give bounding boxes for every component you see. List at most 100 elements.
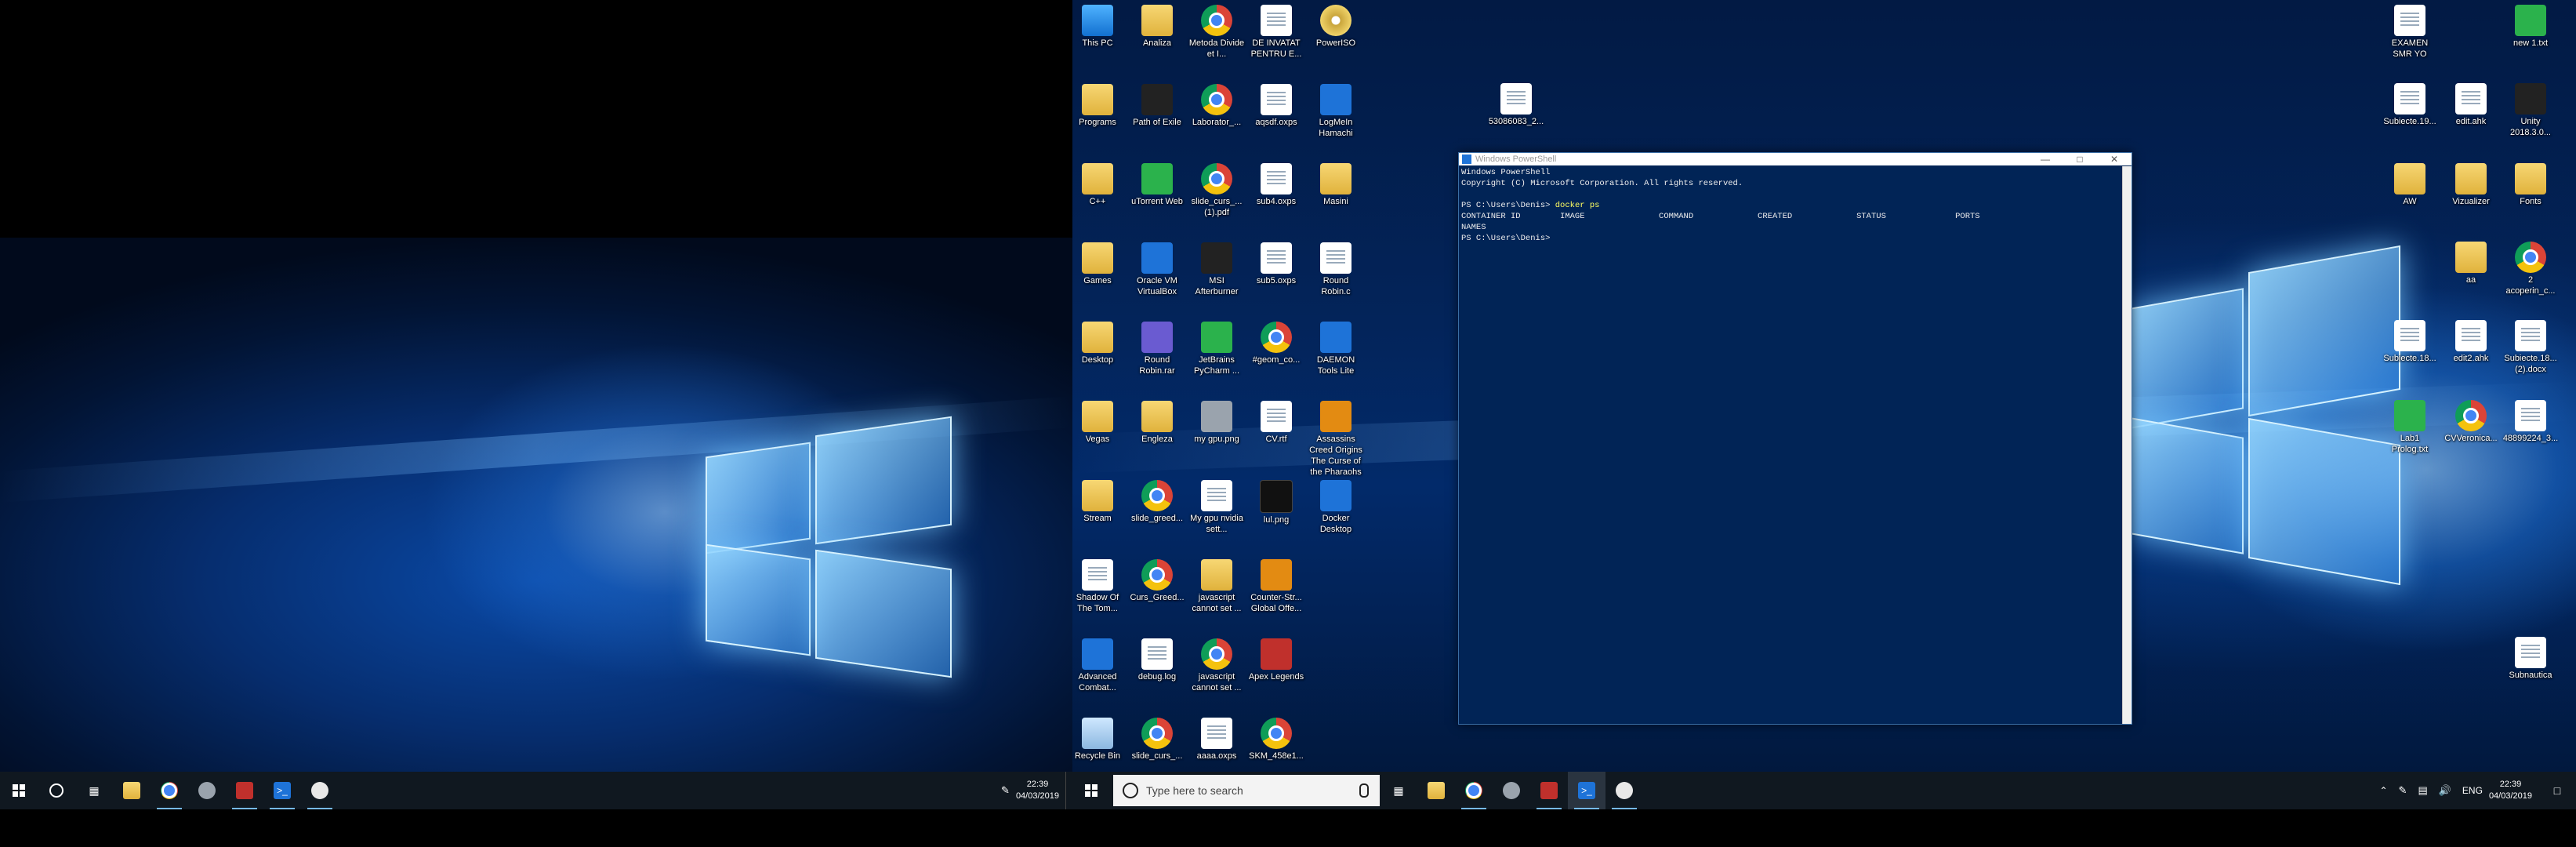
desktop-icon[interactable]: Laborator_...: [1188, 81, 1245, 128]
taskbar-chrome[interactable]: [151, 772, 188, 809]
desktop-icon[interactable]: sub4.oxps: [1248, 160, 1304, 207]
powershell-window[interactable]: Windows PowerShell — □ ✕ Windows PowerSh…: [1458, 152, 2132, 725]
desktop-icon[interactable]: Subiecte.19...: [2382, 80, 2438, 127]
desktop-icon[interactable]: Stream: [1069, 477, 1126, 524]
close-button[interactable]: ✕: [2097, 154, 2132, 165]
desktop-icon[interactable]: Apex Legends: [1248, 635, 1304, 682]
desktop-icon[interactable]: 48899224_3...: [2502, 397, 2559, 444]
desktop-icon[interactable]: slide_greed...: [1129, 477, 1185, 524]
desktop-icon[interactable]: Fonts: [2502, 160, 2559, 207]
desktop-icon[interactable]: Metoda Divide et I...: [1188, 2, 1245, 60]
powershell-titlebar[interactable]: Windows PowerShell — □ ✕: [1459, 153, 2132, 165]
chevron-up-icon[interactable]: ⌃: [2379, 785, 2387, 796]
desktop-icon[interactable]: Shadow Of The Tom...: [1069, 556, 1126, 614]
desktop-icon[interactable]: Unity 2018.3.0...: [2502, 80, 2559, 138]
desktop-icon[interactable]: sub5.oxps: [1248, 239, 1304, 286]
desktop-icon[interactable]: 2 acoperin_c...: [2502, 238, 2559, 296]
desktop-icon[interactable]: Assassins Creed Origins The Curse of the…: [1308, 398, 1364, 478]
desktop-icon[interactable]: 53086083_2...: [1488, 80, 1544, 127]
desktop-icon[interactable]: Docker Desktop: [1308, 477, 1364, 535]
vertical-scrollbar[interactable]: [2122, 166, 2132, 724]
desktop-icon[interactable]: MSI Afterburner: [1188, 239, 1245, 297]
desktop-icon[interactable]: My gpu nvidia sett...: [1188, 477, 1245, 535]
task-view-button[interactable]: ▦: [1380, 772, 1417, 809]
desktop-icon[interactable]: lul.png: [1248, 477, 1304, 525]
minimize-button[interactable]: —: [2028, 154, 2063, 165]
taskbar-docker[interactable]: [301, 772, 339, 809]
desktop-icon[interactable]: Advanced Combat...: [1069, 635, 1126, 693]
taskbar-powershell[interactable]: >_: [263, 772, 301, 809]
desktop-icon[interactable]: javascript cannot set ...: [1188, 635, 1245, 693]
start-button[interactable]: [0, 772, 38, 809]
desktop-icon[interactable]: LogMeIn Hamachi: [1308, 81, 1364, 139]
desktop-icon[interactable]: PowerISO: [1308, 2, 1364, 49]
desktop-icon[interactable]: Engleza: [1129, 398, 1185, 445]
microphone-icon[interactable]: [1359, 783, 1369, 798]
desktop-icon[interactable]: DE INVATAT PENTRU E...: [1248, 2, 1304, 60]
taskbar-chrome[interactable]: [1455, 772, 1493, 809]
desktop-icon[interactable]: Lab1 Prolog.txt: [2382, 397, 2438, 455]
network-icon[interactable]: ▤: [2418, 784, 2427, 797]
desktop-icon[interactable]: Round Robin.c: [1308, 239, 1364, 297]
desktop-icon[interactable]: Desktop: [1069, 318, 1126, 365]
task-view-button[interactable]: ▦: [75, 772, 113, 809]
desktop-icon[interactable]: JetBrains PyCharm ...: [1188, 318, 1245, 376]
desktop-icon[interactable]: uTorrent Web: [1129, 160, 1185, 207]
desktop-icon[interactable]: Oracle VM VirtualBox: [1129, 239, 1185, 297]
desktop-icon[interactable]: new 1.txt: [2502, 2, 2559, 49]
desktop-icon[interactable]: Games: [1069, 239, 1126, 286]
desktop-icon[interactable]: javascript cannot set ...: [1188, 556, 1245, 614]
cortana-button[interactable]: [38, 772, 75, 809]
action-center-button[interactable]: □: [2538, 772, 2576, 809]
taskbar-app[interactable]: [188, 772, 226, 809]
desktop-icon[interactable]: C++: [1069, 160, 1126, 207]
desktop-icon[interactable]: This PC: [1069, 2, 1126, 49]
maximize-button[interactable]: □: [2063, 154, 2097, 165]
desktop-icon[interactable]: slide_curs_... (1).pdf: [1188, 160, 1245, 218]
desktop-icon[interactable]: DAEMON Tools Lite: [1308, 318, 1364, 376]
desktop-icon[interactable]: Subnautica: [2502, 634, 2559, 681]
console-output[interactable]: Windows PowerShell Copyright (C) Microsof…: [1460, 166, 2122, 724]
desktop-icon[interactable]: #geom_co...: [1248, 318, 1304, 365]
language-indicator[interactable]: ENG: [2462, 785, 2483, 796]
desktop-icon[interactable]: Vegas: [1069, 398, 1126, 445]
desktop-icon[interactable]: Round Robin.rar: [1129, 318, 1185, 376]
desktop-icon[interactable]: EXAMEN SMR YO: [2382, 2, 2438, 60]
desktop-icon[interactable]: AW: [2382, 160, 2438, 207]
start-button[interactable]: [1072, 772, 1110, 809]
desktop-icon[interactable]: CV.rtf: [1248, 398, 1304, 445]
desktop-icon[interactable]: SKM_458e1...: [1248, 714, 1304, 762]
desktop-icon[interactable]: edit2.ahk: [2443, 317, 2499, 364]
desktop-icon[interactable]: Counter-Str... Global Offe...: [1248, 556, 1304, 614]
desktop-icon[interactable]: aqsdf.oxps: [1248, 81, 1304, 128]
desktop-icon[interactable]: aaaa.oxps: [1188, 714, 1245, 762]
desktop-icon[interactable]: Vizualizer: [2443, 160, 2499, 207]
left-clock[interactable]: 22:39 04/03/2019: [1010, 779, 1065, 802]
desktop-icon[interactable]: Path of Exile: [1129, 81, 1185, 128]
taskbar-search[interactable]: Type here to search: [1113, 775, 1380, 806]
taskbar-file-explorer[interactable]: [1417, 772, 1455, 809]
taskbar-app-mail[interactable]: [1530, 772, 1568, 809]
desktop-icon[interactable]: CVVeronica...: [2443, 397, 2499, 444]
taskbar-app-mail[interactable]: [226, 772, 263, 809]
taskbar-file-explorer[interactable]: [113, 772, 151, 809]
desktop-icon[interactable]: Subiecte.18...: [2382, 317, 2438, 364]
pen-icon[interactable]: ✎: [2399, 784, 2407, 797]
volume-icon[interactable]: 🔊: [2439, 784, 2451, 797]
desktop-icon[interactable]: Curs_Greed...: [1129, 556, 1185, 603]
right-clock[interactable]: 22:39 04/03/2019: [2483, 779, 2538, 802]
taskbar-docker[interactable]: [1605, 772, 1643, 809]
desktop-icon[interactable]: Masini: [1308, 160, 1364, 207]
desktop-icon[interactable]: slide_curs_...: [1129, 714, 1185, 762]
pen-icon[interactable]: ✎: [1001, 784, 1010, 797]
desktop-icon[interactable]: Subiecte.18... (2).docx: [2502, 317, 2559, 375]
desktop-icon[interactable]: debug.log: [1129, 635, 1185, 682]
taskbar-powershell[interactable]: >_: [1568, 772, 1605, 809]
desktop-icon[interactable]: my gpu.png: [1188, 398, 1245, 445]
desktop-icon[interactable]: Programs: [1069, 81, 1126, 128]
desktop-icon[interactable]: Analiza: [1129, 2, 1185, 49]
desktop-icon[interactable]: aa: [2443, 238, 2499, 285]
desktop-icon[interactable]: edit.ahk: [2443, 80, 2499, 127]
desktop-icon[interactable]: Recycle Bin: [1069, 714, 1126, 762]
taskbar-app[interactable]: [1493, 772, 1530, 809]
